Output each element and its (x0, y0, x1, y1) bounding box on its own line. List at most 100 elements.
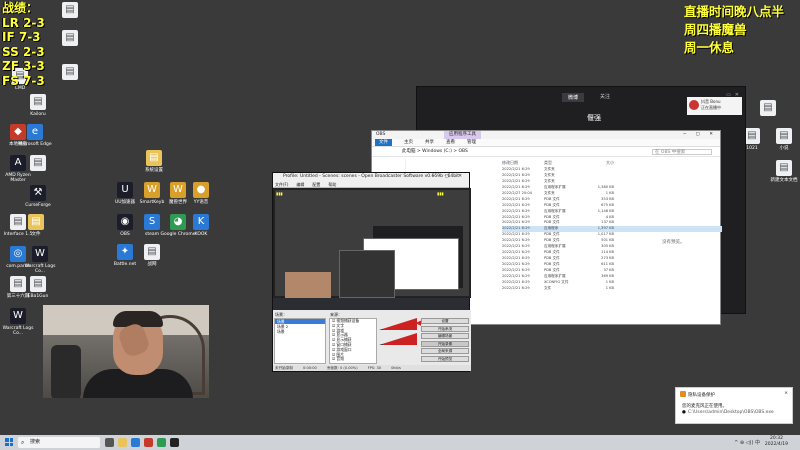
start-recording-button[interactable]: 开始录像 (421, 340, 469, 347)
webcam-chair (51, 345, 81, 398)
privacy-notification[interactable]: 隐私设备保护 × 您的麦克风正在使用。 C:\Users\admin\Deskt… (675, 387, 793, 424)
column-size[interactable]: 大小 (586, 160, 614, 166)
edit-scene-button[interactable]: 编辑场景 (421, 333, 469, 339)
desktop-icon[interactable]: ▤ (52, 30, 88, 48)
warcraft-logs-icon: W (10, 308, 26, 324)
audio-meter (379, 318, 417, 330)
desktop-icon-label: Kailoru (30, 112, 46, 117)
ribbon-tab-file[interactable]: 文件 (375, 139, 392, 146)
ribbon-tab-share[interactable]: 共享 (425, 139, 434, 146)
chrome-icon[interactable] (157, 438, 166, 447)
obs-menubar: 文件(F) 编辑 配置 帮助 (273, 181, 469, 188)
file-explorer-icon[interactable] (118, 438, 127, 447)
system-tray[interactable]: ^ ⊕ ◁)) 中 (734, 439, 760, 446)
desktop-icon-label: 战网 (147, 262, 157, 267)
status-bitrate: 0kb/s (391, 366, 401, 370)
desktop-icon-label: Microsoft Edge (18, 142, 52, 147)
ribbon-tab-home[interactable]: 主页 (404, 139, 413, 146)
tab-follow[interactable]: 关注 (600, 93, 610, 102)
column-date[interactable]: 修改日期 (502, 160, 544, 166)
document-icon: ▤ (30, 94, 46, 110)
windows-start-icon[interactable] (5, 438, 13, 446)
ribbon-tab-manage[interactable]: 管理 (467, 139, 476, 146)
desktop-icon[interactable]: ▤ (52, 64, 88, 82)
live-notice-card[interactable]: 抖音 Bonu 正在直播中 (687, 97, 742, 115)
desktop-icon[interactable]: ▤ (20, 155, 56, 173)
obs-titlebar: Profile: Untitled - Scenes: scenes - Ope… (273, 173, 469, 181)
column-headers: 修改日期 类型 大小 (502, 160, 614, 166)
start-stream-button[interactable]: 开始串流 (421, 325, 469, 332)
desktop-icon-label: CurseForge (25, 203, 51, 208)
app-icon[interactable] (144, 438, 153, 447)
settings-button[interactable]: 设置 (421, 318, 469, 324)
clock-date: 2022/4/19 (764, 442, 788, 447)
task-view-icon[interactable] (105, 438, 114, 447)
desktop-icon[interactable]: ▤ 新建文本文档 (766, 160, 800, 183)
taskbar-search[interactable]: ⌕ 搜索 (18, 437, 100, 448)
desktop-icon[interactable]: K KOOK (183, 214, 219, 237)
curseforge-icon: ⚒ (30, 185, 46, 201)
tab-app-tools[interactable]: 应用程序工具 (444, 131, 481, 139)
desktop-icon[interactable]: W Warcraft Logs Co... (22, 246, 58, 274)
desktop-icon-label: Warcraft Logs Co... (24, 264, 56, 274)
desktop-icon[interactable]: ▤ EBa1Gun (20, 276, 56, 299)
file-row[interactable]: 2022/2/21 6:29 文件 1 KB (502, 286, 722, 292)
desktop-icon[interactable]: ⚒ CurseForge (20, 185, 56, 208)
desktop-icon[interactable]: ▤ 战网 (134, 244, 170, 267)
avatar (689, 100, 699, 110)
desktop-icon[interactable]: ▤ 系统设置 (136, 150, 172, 173)
overlay-line: 周四播魔兽 (684, 22, 747, 37)
desktop-icon[interactable]: ▤ 小说 (766, 128, 800, 151)
tab-weibo[interactable]: 微博 (562, 93, 585, 102)
menu-config[interactable]: 配置 (312, 181, 320, 187)
taskbar-clock[interactable]: 20:32 2022/4/19 (765, 436, 788, 448)
file-list: 2022/2/21 6:29 文件夹 2022/2/21 6:29 文件夹 2022/2… (502, 167, 722, 292)
search-icon: ⌕ (21, 439, 25, 446)
search-placeholder: 搜索 (30, 439, 41, 445)
overlay-line: FS 7-3 (2, 73, 45, 88)
menu-file[interactable]: 文件(F) (275, 181, 288, 187)
desktop-icon-label: Warcraft Logs Co... (2, 326, 34, 336)
search-input[interactable]: 在 OBS 中搜索 (652, 149, 712, 155)
obs-window[interactable]: Profile: Untitled - Scenes: scenes - Ope… (272, 172, 471, 372)
window-controls[interactable]: ─ ▢ ✕ (683, 131, 717, 139)
smartkeyboard-icon: W (144, 182, 160, 198)
yy-voice-icon: ● (193, 182, 209, 198)
menu-edit[interactable]: 编辑 (296, 181, 304, 187)
obs-icon[interactable] (170, 438, 179, 447)
window-controls[interactable]: ─ ▢ ✕ (432, 173, 466, 181)
obs-preview: ▮▮▮ ▮▮▮ (273, 188, 471, 298)
address-path[interactable]: 此电脑 > Windows (C:) > OBS (402, 149, 468, 154)
desktop-icon[interactable]: ▤ 文件 (18, 214, 54, 237)
desktop-icon-label: OBS (120, 232, 130, 237)
close-icon[interactable]: × (784, 391, 788, 396)
desktop-icon-label: 系统设置 (145, 168, 163, 173)
start-preview-button[interactable]: 开始预览 (421, 355, 469, 362)
overlay-line: LR 2-3 (2, 15, 45, 30)
desktop-icon[interactable]: ▤ (52, 2, 88, 20)
scene-item[interactable]: 场景 (275, 329, 325, 334)
steam-icon: S (144, 214, 160, 230)
desktop-icon[interactable]: e Microsoft Edge (17, 124, 53, 147)
menu-help[interactable]: 帮助 (328, 181, 336, 187)
edge-icon[interactable] (131, 438, 140, 447)
column-type[interactable]: 类型 (544, 160, 586, 166)
scenes-list[interactable]: 场景 场景 2 场景 (274, 318, 326, 364)
ribbon-tab-view[interactable]: 查看 (446, 139, 455, 146)
battlenet-icon: ✦ (117, 244, 133, 260)
desktop-icon-label: UU加速器 (114, 200, 136, 205)
status-time: 0:00:00 (302, 366, 317, 370)
desktop-icon[interactable]: W Warcraft Logs Co... (0, 308, 36, 336)
address-bar[interactable]: 此电脑 > Windows (C:) > OBS 在 OBS 中搜索 (372, 147, 720, 157)
desktop-icon[interactable]: ● YY语音 (183, 182, 219, 205)
document-icon: ▤ (144, 244, 160, 260)
sources-list[interactable]: 视频捕获设备文字游戏显示器显示捕获窗口捕获游戏窗口图片音频 (329, 318, 377, 364)
desktop-icon[interactable]: ▤ (750, 100, 786, 118)
source-item[interactable]: 音频 (330, 357, 376, 362)
obs-statusbar: 未开始录制 0:00:00 丢帧数: 0 (0.00%) FPS: 30 0kb… (273, 365, 471, 371)
uu-accelerator-icon: U (117, 182, 133, 198)
obs-icon: ◉ (117, 214, 133, 230)
global-sources-button[interactable]: 全局来源 (421, 348, 469, 354)
obs-buttons: 设置 开始串流 编辑场景 开始录像 全局来源 开始预览 (421, 318, 469, 363)
desktop-icon[interactable]: ▤ Kailoru (20, 94, 56, 117)
